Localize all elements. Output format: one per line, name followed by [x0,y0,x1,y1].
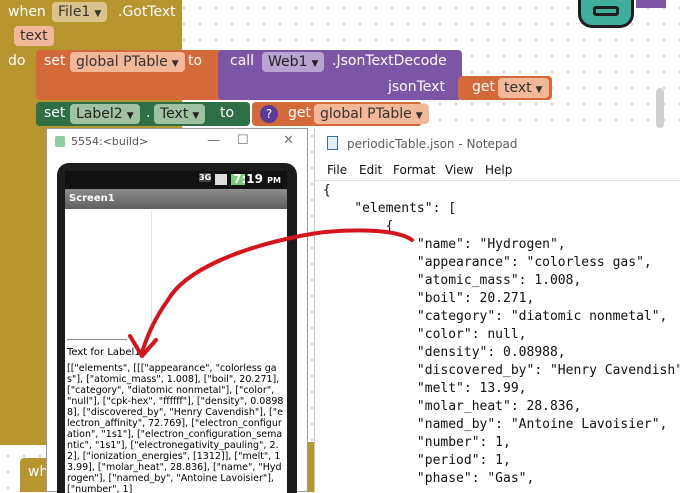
arrow-curve [140,228,414,354]
annotation-arrow [128,228,414,358]
